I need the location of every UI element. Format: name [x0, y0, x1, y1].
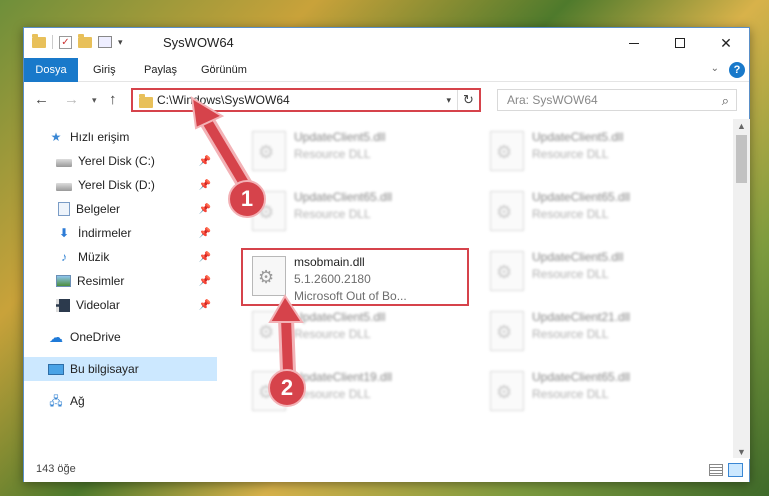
arrow-1 [190, 96, 256, 198]
step-1-badge: 1 [228, 180, 266, 218]
step-2-badge: 2 [268, 369, 306, 407]
annotation-arrows [190, 96, 304, 380]
arrow-2 [268, 294, 304, 380]
